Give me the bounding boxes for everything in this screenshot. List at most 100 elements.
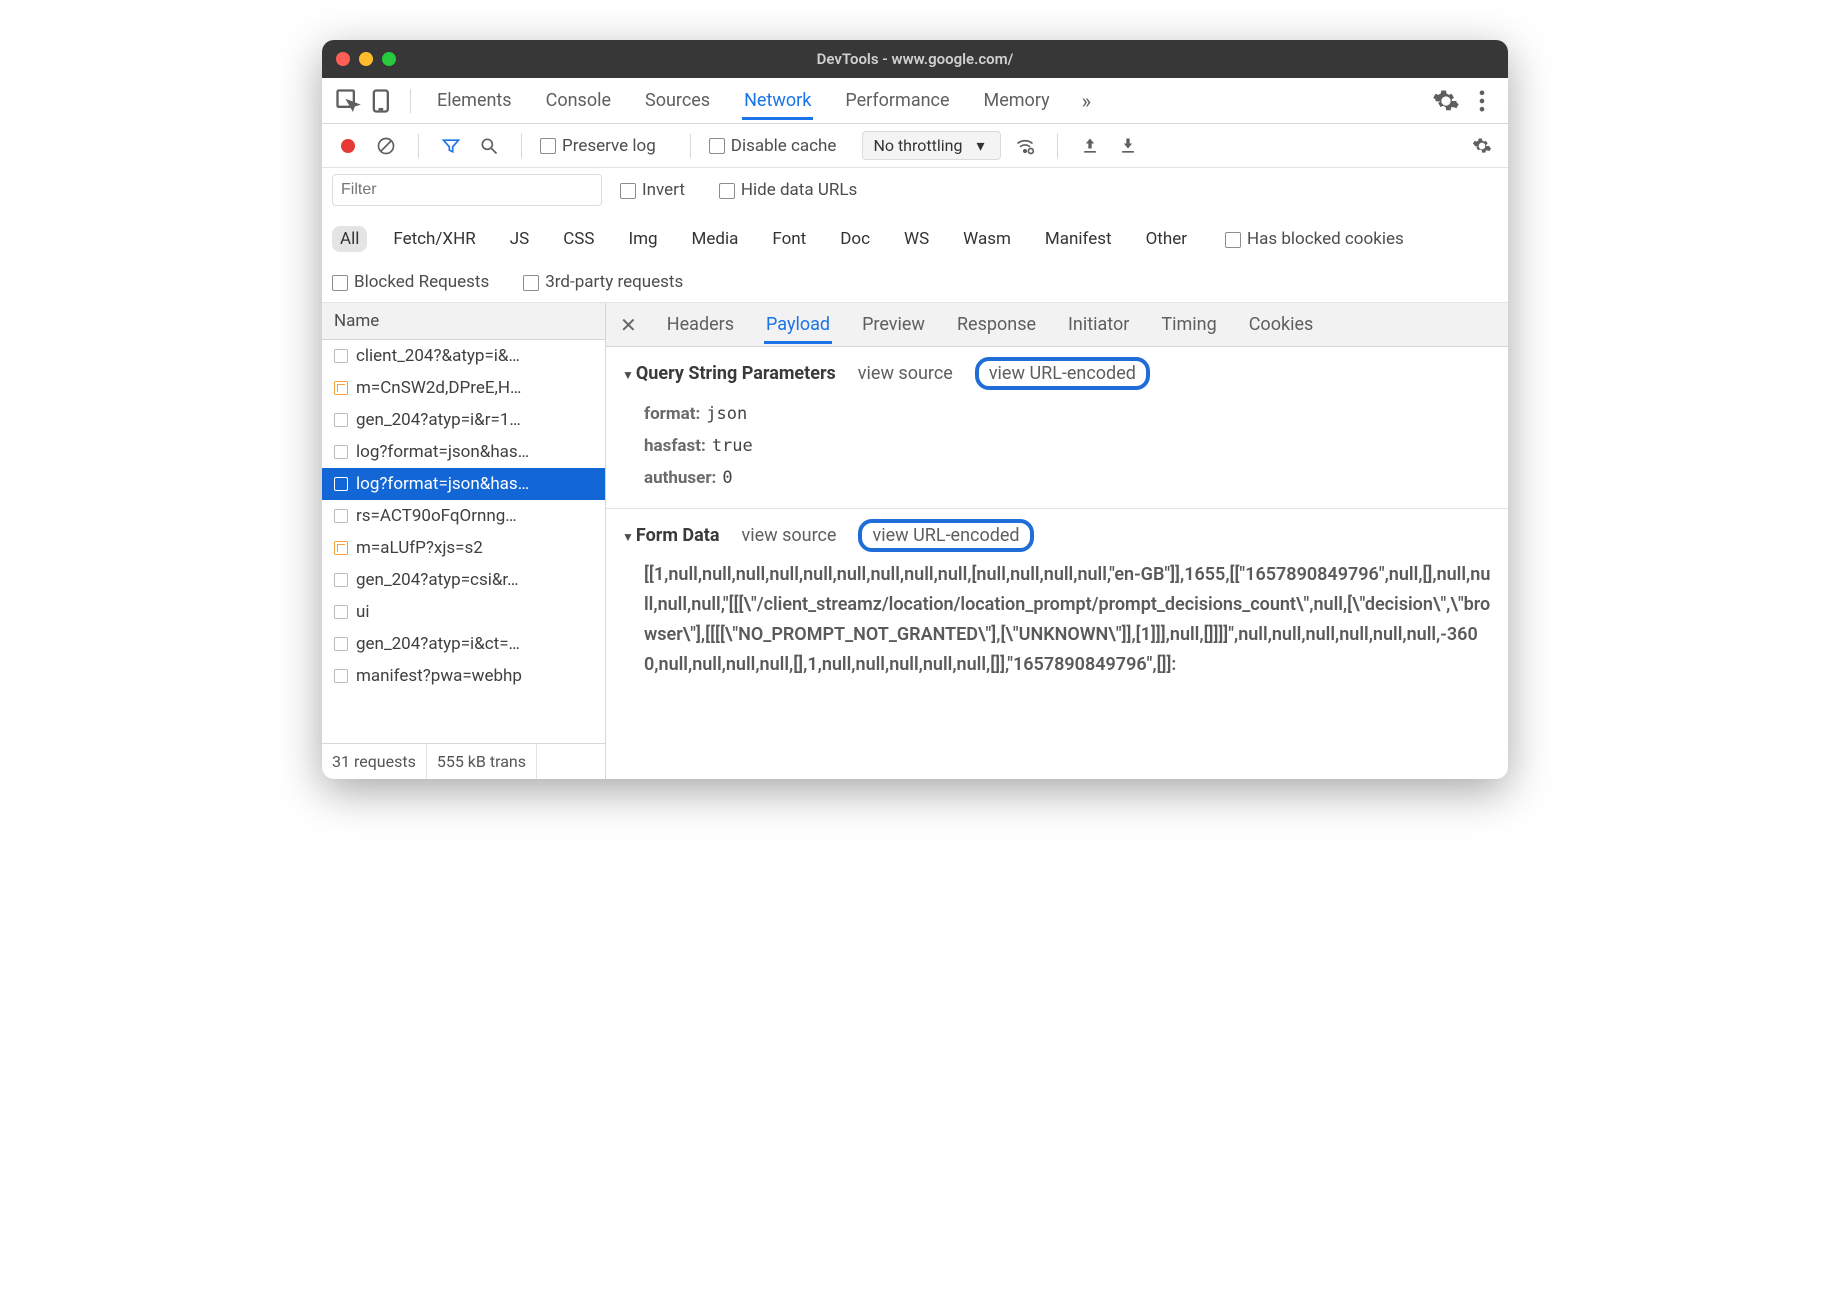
file-type-icon <box>334 573 348 587</box>
window-title: DevTools - www.google.com/ <box>322 50 1508 68</box>
disable-cache-checkbox[interactable]: Disable cache <box>709 136 837 156</box>
request-row[interactable]: m=aLUfP?xjs=s2 <box>322 532 605 564</box>
filter-ws[interactable]: WS <box>896 226 937 252</box>
network-conditions-icon[interactable] <box>1011 132 1039 160</box>
request-count: 31 requests <box>322 744 427 779</box>
subtab-timing[interactable]: Timing <box>1159 305 1218 344</box>
request-name: rs=ACT90oFqOrnng… <box>356 506 517 526</box>
filter-doc[interactable]: Doc <box>832 226 878 252</box>
filter-icon[interactable] <box>437 132 465 160</box>
kebab-menu-icon[interactable] <box>1468 87 1496 115</box>
param-row: format:json <box>644 398 1492 430</box>
filter-all[interactable]: All <box>332 226 367 252</box>
search-icon[interactable] <box>475 132 503 160</box>
subtab-payload[interactable]: Payload <box>764 305 832 344</box>
file-type-icon <box>334 669 348 683</box>
device-toggle-icon[interactable] <box>368 87 396 115</box>
form-data-section: ▼Form Data view source view URL-encoded … <box>622 519 1492 680</box>
file-type-icon <box>334 477 348 491</box>
request-name: client_204?&atyp=i&… <box>356 346 520 366</box>
subtab-initiator[interactable]: Initiator <box>1066 305 1131 344</box>
upload-icon[interactable] <box>1076 132 1104 160</box>
filter-bar: Invert Hide data URLs All Fetch/XHR JS C… <box>322 168 1508 303</box>
tab-sources[interactable]: Sources <box>643 81 712 120</box>
has-blocked-cookies-checkbox[interactable]: Has blocked cookies <box>1225 229 1404 249</box>
request-row[interactable]: client_204?&atyp=i&… <box>322 340 605 372</box>
request-name: gen_204?atyp=i&ct=… <box>356 634 520 654</box>
subtab-response[interactable]: Response <box>955 305 1038 344</box>
request-row[interactable]: log?format=json&has… <box>322 468 605 500</box>
request-row[interactable]: ui <box>322 596 605 628</box>
request-name: log?format=json&has… <box>356 474 529 494</box>
filter-font[interactable]: Font <box>764 226 814 252</box>
name-column-header[interactable]: Name <box>322 303 605 340</box>
download-icon[interactable] <box>1114 132 1142 160</box>
tab-elements[interactable]: Elements <box>435 81 514 120</box>
request-name: manifest?pwa=webhp <box>356 666 522 686</box>
transferred-size: 555 kB trans <box>427 744 537 779</box>
request-row[interactable]: m=CnSW2d,DPreE,H… <box>322 372 605 404</box>
titlebar: DevTools - www.google.com/ <box>322 40 1508 78</box>
request-row[interactable]: rs=ACT90oFqOrnng… <box>322 500 605 532</box>
inspect-element-icon[interactable] <box>334 87 362 115</box>
detail-panel: ✕ Headers Payload Preview Response Initi… <box>606 303 1508 779</box>
file-type-icon <box>334 413 348 427</box>
file-type-icon <box>334 349 348 363</box>
filter-fetchxhr[interactable]: Fetch/XHR <box>385 226 483 252</box>
file-type-icon <box>334 381 348 395</box>
status-bar: 31 requests 555 kB trans <box>322 743 605 779</box>
disclosure-triangle-icon[interactable]: ▼Form Data <box>622 525 719 546</box>
tab-memory[interactable]: Memory <box>982 81 1052 120</box>
filter-js[interactable]: JS <box>502 226 537 252</box>
disclosure-triangle-icon[interactable]: ▼Query String Parameters <box>622 363 836 384</box>
blocked-requests-checkbox[interactable]: Blocked Requests <box>332 272 489 292</box>
devtools-window: DevTools - www.google.com/ Elements Cons… <box>322 40 1508 779</box>
filter-other[interactable]: Other <box>1138 226 1195 252</box>
tab-network[interactable]: Network <box>742 81 813 120</box>
hide-data-urls-checkbox[interactable]: Hide data URLs <box>719 180 857 200</box>
preserve-log-checkbox[interactable]: Preserve log <box>540 136 656 156</box>
subtab-cookies[interactable]: Cookies <box>1247 305 1316 344</box>
param-key: format: <box>644 404 700 424</box>
request-name: ui <box>356 602 370 622</box>
third-party-checkbox[interactable]: 3rd-party requests <box>523 272 683 292</box>
clear-button[interactable] <box>372 132 400 160</box>
detail-tabs: ✕ Headers Payload Preview Response Initi… <box>606 303 1508 347</box>
filter-img[interactable]: Img <box>620 226 665 252</box>
main-tab-bar: Elements Console Sources Network Perform… <box>322 78 1508 124</box>
tab-performance[interactable]: Performance <box>843 81 951 120</box>
file-type-icon <box>334 445 348 459</box>
filter-media[interactable]: Media <box>684 226 747 252</box>
subtab-preview[interactable]: Preview <box>860 305 927 344</box>
filter-wasm[interactable]: Wasm <box>955 226 1019 252</box>
view-url-encoded-link[interactable]: view URL-encoded <box>858 519 1033 552</box>
settings-gear-icon[interactable] <box>1432 87 1460 115</box>
invert-checkbox[interactable]: Invert <box>620 180 685 200</box>
request-row[interactable]: gen_204?atyp=csi&r… <box>322 564 605 596</box>
request-row[interactable]: gen_204?atyp=i&r=1… <box>322 404 605 436</box>
form-data-body: [[1,null,null,null,null,null,null,null,n… <box>644 560 1492 680</box>
filter-manifest[interactable]: Manifest <box>1037 226 1120 252</box>
filter-css[interactable]: CSS <box>555 226 602 252</box>
param-row: authuser:0 <box>644 462 1492 494</box>
panel-settings-icon[interactable] <box>1468 132 1496 160</box>
request-row[interactable]: manifest?pwa=webhp <box>322 660 605 692</box>
view-source-link[interactable]: view source <box>858 363 953 384</box>
more-tabs-icon[interactable]: » <box>1082 89 1091 113</box>
close-detail-icon[interactable]: ✕ <box>620 313 637 337</box>
main-content: Name client_204?&atyp=i&… m=CnSW2d,DPreE,… <box>322 303 1508 779</box>
param-key: hasfast: <box>644 436 706 456</box>
request-row[interactable]: gen_204?atyp=i&ct=… <box>322 628 605 660</box>
filter-input[interactable] <box>332 174 602 206</box>
separator <box>410 89 411 113</box>
query-string-section: ▼Query String Parameters view source vie… <box>622 357 1492 494</box>
view-source-link[interactable]: view source <box>741 525 836 546</box>
file-type-icon <box>334 541 348 555</box>
throttling-select[interactable]: No throttling ▾ <box>862 131 1001 160</box>
record-button[interactable] <box>334 132 362 160</box>
view-url-encoded-link[interactable]: view URL-encoded <box>975 357 1150 390</box>
request-row[interactable]: log?format=json&has… <box>322 436 605 468</box>
param-value: true <box>712 436 753 456</box>
tab-console[interactable]: Console <box>544 81 613 120</box>
subtab-headers[interactable]: Headers <box>665 305 736 344</box>
